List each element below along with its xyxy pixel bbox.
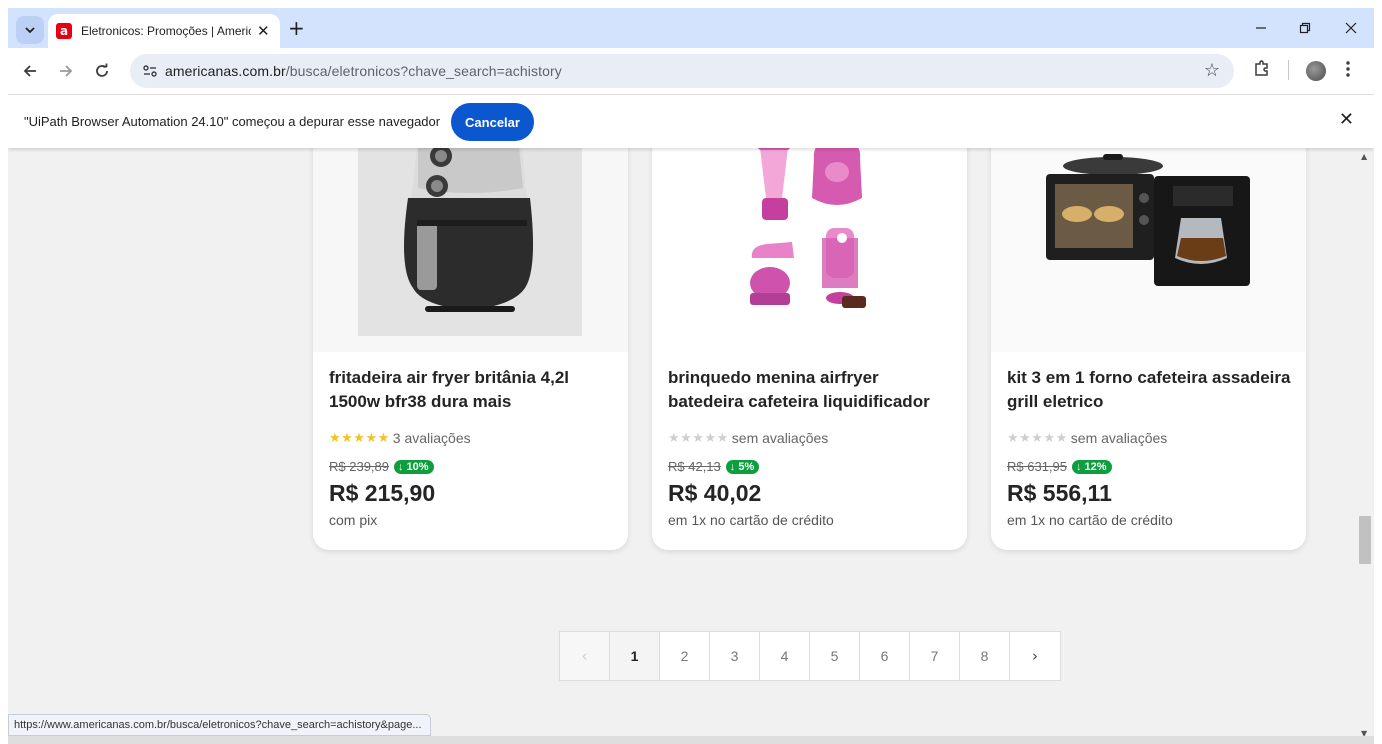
minimize-button[interactable]: [1246, 16, 1276, 40]
old-price: R$ 631,95: [1007, 459, 1067, 474]
close-window-button[interactable]: [1336, 16, 1366, 40]
page-3-button[interactable]: 3: [710, 632, 760, 680]
old-price-row: R$ 239,89 ↓ 10%: [329, 459, 434, 474]
rating-count: sem avaliações: [1070, 430, 1168, 446]
infobar-close-icon[interactable]: ✕: [1339, 109, 1354, 130]
close-tab-icon[interactable]: ✕: [257, 22, 270, 40]
page-8-button[interactable]: 8: [960, 632, 1010, 680]
oven-kit-image: [991, 148, 1306, 352]
scrollbar-thumb[interactable]: [1359, 516, 1371, 564]
extensions-button[interactable]: [1253, 59, 1271, 81]
bookmark-star-icon[interactable]: ☆: [1204, 60, 1220, 81]
old-price: R$ 239,89: [329, 459, 389, 474]
link-status-bubble: https://www.americanas.com.br/busca/elet…: [8, 714, 431, 736]
tab-strip: a Eletronicos: Promoções | Americanas ✕ …: [8, 8, 1374, 48]
product-name[interactable]: fritadeira air fryer britânia 4,2l 1500w…: [329, 366, 614, 414]
discount-badge: ↓ 5%: [725, 459, 760, 474]
old-price: R$ 42,13: [668, 459, 721, 474]
forward-arrow-icon: [60, 65, 73, 77]
product-card[interactable]: fritadeira air fryer britânia 4,2l 1500w…: [313, 148, 628, 550]
rating-count: sem avaliações: [731, 430, 829, 446]
toy-kit-image: [652, 148, 967, 352]
infobar-message: "UiPath Browser Automation 24.10" começo…: [24, 114, 441, 129]
prev-page-button[interactable]: ‹: [560, 632, 610, 680]
product-image-oven-kit[interactable]: [991, 148, 1306, 352]
product-rating: ★★★★★ sem avaliações: [668, 430, 828, 446]
old-price-row: R$ 631,95 ↓ 12%: [1007, 459, 1112, 474]
restore-icon: [1299, 22, 1311, 34]
url-text: americanas.com.br/busca/eletronicos?chav…: [165, 63, 562, 79]
site-settings-icon[interactable]: [142, 63, 158, 79]
price: R$ 556,11: [1007, 480, 1112, 506]
page-6-button[interactable]: 6: [860, 632, 910, 680]
old-price-row: R$ 42,13 ↓ 5%: [668, 459, 760, 474]
air-fryer-image: [358, 148, 582, 336]
address-bar[interactable]: americanas.com.br/busca/eletronicos?chav…: [130, 54, 1234, 88]
page-5-button[interactable]: 5: [810, 632, 860, 680]
url-path: /busca/eletronicos?chave_search=achistor…: [285, 63, 562, 79]
minimize-icon: [1256, 27, 1266, 29]
star-rating-icon: ★★★★★: [1007, 430, 1068, 446]
scroll-up-arrow-icon[interactable]: ▲: [1361, 152, 1367, 161]
back-arrow-icon: [23, 65, 36, 77]
chevron-down-icon: [25, 27, 35, 34]
page-7-button[interactable]: 7: [910, 632, 960, 680]
payment-condition: em 1x no cartão de crédito: [1007, 512, 1173, 528]
browser-toolbar: americanas.com.br/busca/eletronicos?chav…: [8, 48, 1374, 94]
forward-button[interactable]: [55, 60, 77, 82]
back-button[interactable]: [19, 60, 41, 82]
toolbar-divider: [1288, 60, 1289, 80]
vertical-scrollbar[interactable]: ▲ ▼: [1356, 148, 1374, 744]
tab-title: Eletronicos: Promoções | Americanas: [81, 24, 251, 38]
discount-badge: ↓ 10%: [394, 459, 434, 474]
debugging-infobar: "UiPath Browser Automation 24.10" começo…: [8, 94, 1374, 148]
pagination: ‹ 1 2 3 4 5 6 7 8 ›: [559, 631, 1061, 681]
star-rating-icon: ★★★★★: [668, 430, 729, 446]
page-2-button[interactable]: 2: [660, 632, 710, 680]
browser-window: a Eletronicos: Promoções | Americanas ✕ …: [8, 8, 1374, 744]
puzzle-piece-icon: [1255, 60, 1268, 76]
product-card[interactable]: brinquedo menina airfryer batedeira cafe…: [652, 148, 967, 550]
payment-condition: com pix: [329, 512, 378, 528]
product-card[interactable]: kit 3 em 1 forno cafeteira assadeira gri…: [991, 148, 1306, 550]
product-rating: ★★★★★ 3 avaliações: [329, 430, 471, 446]
menu-button[interactable]: [1345, 60, 1351, 82]
more-vert-icon: [1346, 61, 1350, 77]
cancel-button[interactable]: Cancelar: [451, 103, 534, 141]
americanas-favicon-icon: a: [56, 23, 72, 39]
page-1-button[interactable]: 1: [610, 632, 660, 680]
new-tab-button[interactable]: +: [288, 18, 305, 38]
product-image-toy-kit[interactable]: [652, 148, 967, 352]
next-page-button[interactable]: ›: [1010, 632, 1060, 680]
tab-search-button[interactable]: [16, 16, 44, 44]
profile-avatar[interactable]: [1306, 61, 1326, 81]
price: R$ 40,02: [668, 480, 762, 506]
close-icon: [1345, 22, 1357, 34]
reload-button[interactable]: [91, 60, 113, 82]
restore-button[interactable]: [1290, 16, 1320, 40]
product-rating: ★★★★★ sem avaliações: [1007, 430, 1167, 446]
star-rating-icon: ★★★★★: [329, 430, 390, 446]
reload-icon: [96, 63, 108, 77]
discount-badge: ↓ 12%: [1072, 459, 1112, 474]
product-name[interactable]: kit 3 em 1 forno cafeteira assadeira gri…: [1007, 366, 1292, 414]
product-image-air-fryer[interactable]: [313, 148, 628, 352]
product-name[interactable]: brinquedo menina airfryer batedeira cafe…: [668, 366, 953, 414]
tab-active[interactable]: a Eletronicos: Promoções | Americanas ✕: [48, 14, 280, 48]
taskbar-edge: [8, 736, 1374, 744]
url-host: americanas.com.br: [165, 63, 286, 79]
rating-count: 3 avaliações: [392, 430, 471, 446]
price: R$ 215,90: [329, 480, 436, 506]
page-content: fritadeira air fryer britânia 4,2l 1500w…: [8, 148, 1356, 744]
payment-condition: em 1x no cartão de crédito: [668, 512, 834, 528]
page-4-button[interactable]: 4: [760, 632, 810, 680]
